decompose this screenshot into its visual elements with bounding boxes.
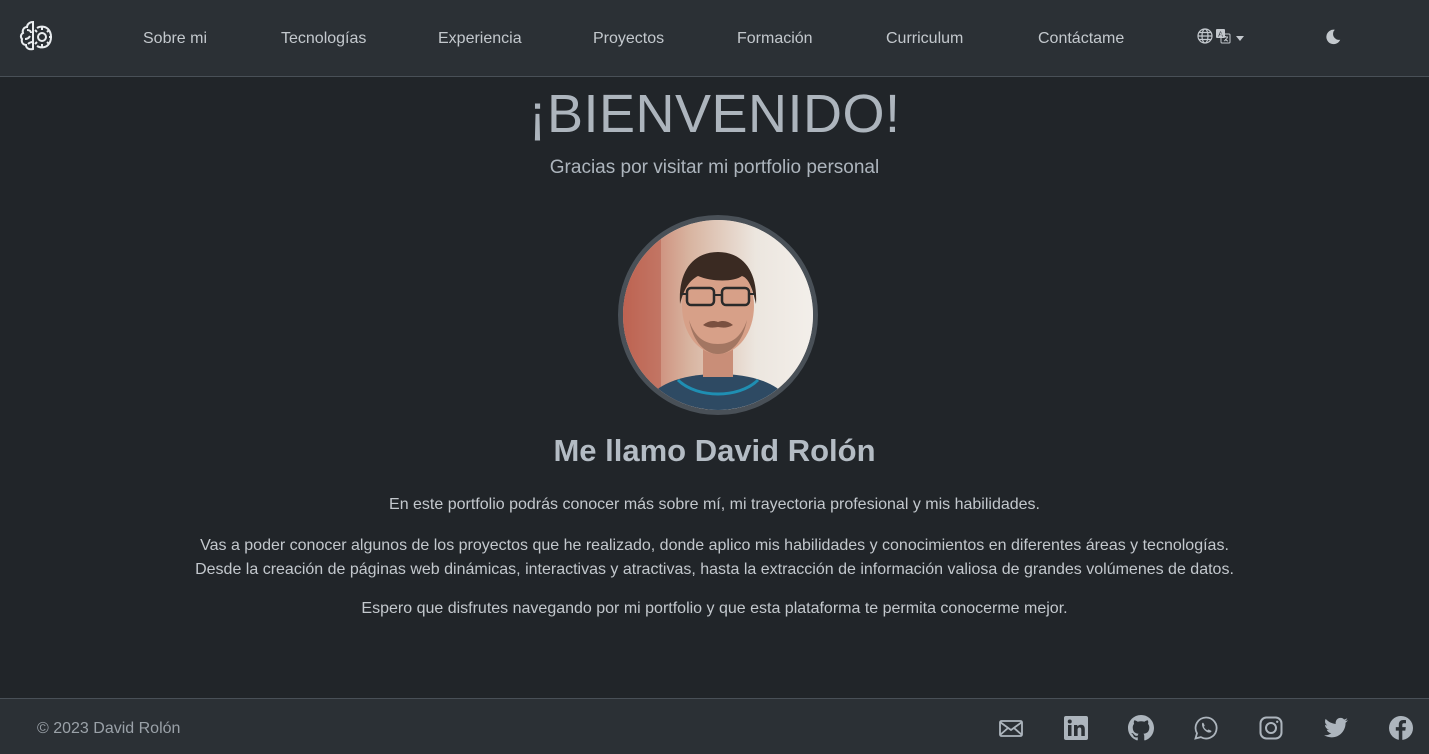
projects-paragraph-line1: Vas a poder conocer algunos de los proye…: [200, 537, 1229, 554]
copyright-text: © 2023 David Rolón: [37, 720, 181, 737]
hero-title: ¡BIENVENIDO!: [528, 84, 901, 144]
profile-name-heading: Me llamo David Rolón: [553, 433, 876, 468]
nav-link-contactame[interactable]: Contáctame: [1038, 29, 1124, 49]
instagram-icon[interactable]: [1258, 715, 1284, 741]
globe-icon: [1197, 27, 1213, 49]
nav-link-proyectos[interactable]: Proyectos: [593, 29, 664, 49]
footer: © 2023 David Rolón: [0, 698, 1429, 754]
hero-subtitle: Gracias por visitar mi portfolio persona…: [549, 157, 880, 178]
github-icon[interactable]: [1128, 715, 1154, 741]
nav-link-experiencia[interactable]: Experiencia: [438, 29, 522, 49]
navbar: Sobre mi Tecnologías Experiencia Proyect…: [0, 0, 1429, 77]
nav-link-formacion[interactable]: Formación: [737, 29, 813, 49]
nav-link-curriculum[interactable]: Curriculum: [886, 29, 963, 49]
whatsapp-icon[interactable]: [1193, 715, 1219, 741]
brain-gear-logo-icon[interactable]: [16, 18, 54, 56]
chevron-down-icon: [1236, 35, 1244, 41]
moon-icon[interactable]: [1324, 28, 1344, 48]
closing-paragraph: Espero que disfrutes navegando por mi po…: [361, 600, 1068, 617]
nav-link-sobre-mi[interactable]: Sobre mi: [143, 29, 207, 49]
nav-link-tecnologias[interactable]: Tecnologías: [281, 29, 366, 49]
translate-icon: A: [1215, 28, 1231, 49]
email-icon[interactable]: [998, 715, 1024, 741]
linkedin-icon[interactable]: [1063, 715, 1089, 741]
twitter-icon[interactable]: [1323, 715, 1349, 741]
intro-paragraph: En este portfolio podrás conocer más sob…: [389, 496, 1040, 513]
projects-paragraph-line2: Desde la creación de páginas web dinámic…: [195, 561, 1234, 578]
avatar: [618, 215, 818, 415]
language-dropdown-toggle[interactable]: A: [1197, 27, 1244, 49]
facebook-icon[interactable]: [1388, 715, 1414, 741]
